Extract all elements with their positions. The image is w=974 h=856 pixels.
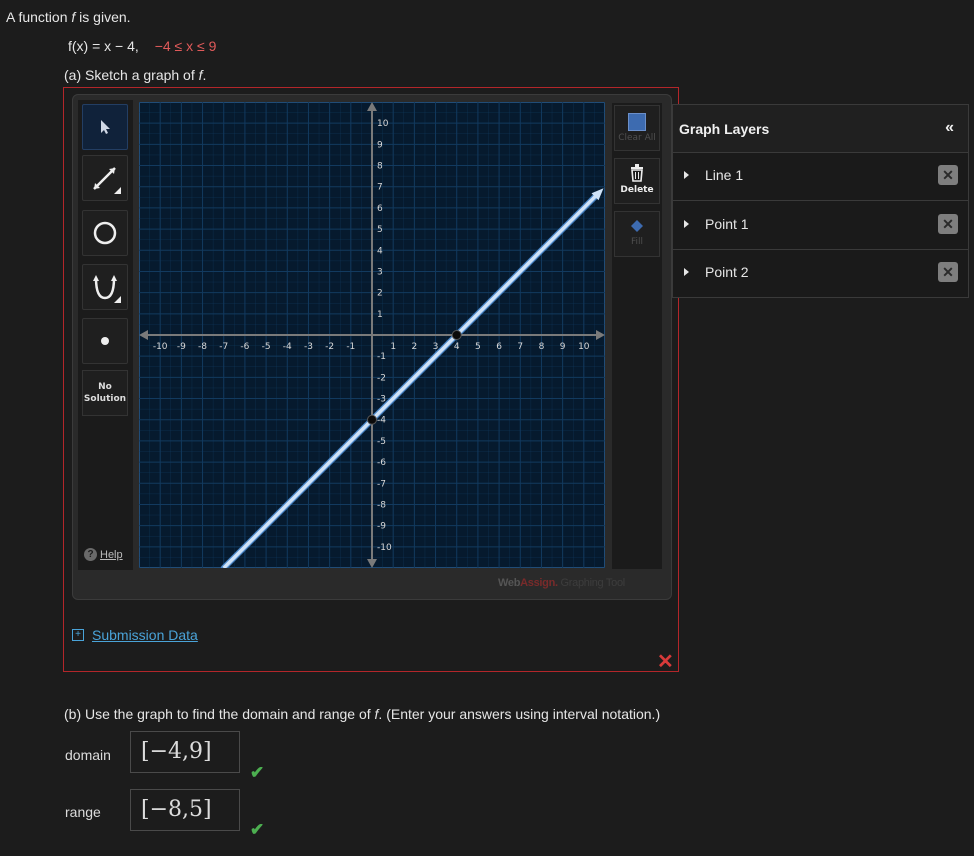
- range-label: range: [65, 804, 101, 820]
- fill-button[interactable]: Fill: [614, 211, 660, 257]
- delete-layer-icon[interactable]: ✕: [938, 262, 958, 282]
- incorrect-icon: ✕: [657, 651, 674, 673]
- y-tick-label: 4: [377, 246, 383, 256]
- x-tick-label: 7: [517, 342, 523, 352]
- line-icon: [93, 167, 121, 194]
- submission-data-toggle[interactable]: + Submission Data: [72, 627, 198, 643]
- x-tick-label: -3: [304, 342, 313, 352]
- circle-tool-button[interactable]: [82, 210, 128, 256]
- trash-icon: [631, 164, 643, 182]
- graph-point: [451, 330, 462, 340]
- x-tick-label: 1: [390, 342, 396, 352]
- help-icon: ?: [84, 548, 97, 561]
- webassign-graphing-brand: WebAssign. Graphing Tool: [498, 577, 625, 589]
- expand-arrow-icon[interactable]: [684, 268, 689, 276]
- parabola-icon: [93, 275, 121, 303]
- x-tick-label: -5: [262, 342, 271, 352]
- y-tick-label: -7: [377, 479, 386, 489]
- function-definition: f(x) = x − 4, −4 ≤ x ≤ 9: [68, 38, 216, 54]
- y-tick-label: 9: [377, 140, 383, 150]
- y-tick-label: 8: [377, 162, 383, 172]
- domain-label: domain: [65, 747, 111, 763]
- collapse-icon[interactable]: «: [945, 119, 954, 137]
- y-tick-label: 7: [377, 183, 383, 193]
- graph-layers-header: Graph Layers «: [673, 105, 968, 153]
- coordinate-graph[interactable]: -10 -9 -8 -7 -6 -5 -4 -3 -2 -1 1 2 3 4 5 6 7 8 9 10 10 9 8 7 6 5 4…: [139, 102, 605, 568]
- delete-layer-icon[interactable]: ✕: [938, 214, 958, 234]
- function-domain: −4 ≤ x ≤ 9: [154, 38, 217, 54]
- x-tick-label: -7: [219, 342, 228, 352]
- pointer-icon: [101, 120, 110, 134]
- x-tick-label: -8: [198, 342, 207, 352]
- y-tick-label: -1: [377, 352, 386, 362]
- y-tick-label: 6: [377, 204, 383, 214]
- x-tick-label: -6: [240, 342, 249, 352]
- no-solution-button[interactable]: No Solution: [82, 370, 128, 416]
- y-tick-label: 5: [377, 225, 383, 235]
- layer-item-point-2[interactable]: Point 2 ✕: [673, 250, 968, 298]
- clear-all-button[interactable]: Clear All: [614, 105, 660, 151]
- point-icon: [101, 337, 109, 345]
- y-tick-label: -6: [377, 458, 386, 468]
- x-tick-label: 2: [411, 342, 417, 352]
- help-link[interactable]: ? Help: [84, 548, 123, 561]
- parabola-tool-button[interactable]: [82, 264, 128, 310]
- function-expression: f(x) = x − 4,: [68, 38, 139, 54]
- x-tick-label: -10: [153, 342, 168, 352]
- graph-toolbar: No Solution ? Help: [78, 100, 133, 570]
- circle-icon: [93, 221, 117, 245]
- range-correct-icon: ✔: [250, 820, 265, 839]
- line-tool-button[interactable]: [82, 155, 128, 201]
- x-tick-label: 10: [578, 342, 590, 352]
- expand-arrow-icon[interactable]: [684, 220, 689, 228]
- x-tick-label: -1: [346, 342, 355, 352]
- y-tick-label: -9: [377, 522, 386, 532]
- y-tick-label: -5: [377, 437, 386, 447]
- layer-item-line-1[interactable]: Line 1 ✕: [673, 153, 968, 201]
- x-tick-label: 9: [560, 342, 566, 352]
- domain-correct-icon: ✔: [250, 763, 265, 782]
- range-input[interactable]: [−8,5]: [130, 789, 240, 831]
- domain-input[interactable]: [−4,9]: [130, 731, 240, 773]
- graph-layers-panel: Graph Layers « Line 1 ✕ Point 1 ✕ Point …: [672, 104, 969, 298]
- y-tick-label: -8: [377, 500, 386, 510]
- y-tick-label: 3: [377, 267, 383, 277]
- x-tick-label: 5: [475, 342, 481, 352]
- expand-arrow-icon[interactable]: [684, 171, 689, 179]
- y-tick-label: 10: [377, 119, 389, 129]
- expand-icon: +: [72, 629, 84, 641]
- delete-layer-icon[interactable]: ✕: [938, 165, 958, 185]
- x-tick-label: 8: [539, 342, 545, 352]
- x-tick-label: -2: [325, 342, 334, 352]
- part-b-prompt: (b) Use the graph to find the domain and…: [64, 706, 661, 722]
- point-tool-button[interactable]: [82, 318, 128, 364]
- x-tick-label: -4: [283, 342, 292, 352]
- clear-all-icon: [628, 113, 646, 131]
- layer-item-point-1[interactable]: Point 1 ✕: [673, 202, 968, 250]
- delete-button[interactable]: Delete: [614, 158, 660, 204]
- x-tick-label: 4: [454, 342, 460, 352]
- pointer-tool-button[interactable]: [82, 104, 128, 150]
- x-tick-label: -9: [177, 342, 186, 352]
- graph-point: [367, 414, 377, 425]
- fill-bucket-icon: [631, 220, 643, 232]
- y-tick-label: -10: [377, 543, 392, 553]
- graph-actions-bar: Clear All Delete Fill: [612, 103, 662, 569]
- part-a-prompt: (a) Sketch a graph of f.: [64, 67, 207, 83]
- problem-intro: A function f is given.: [6, 9, 131, 25]
- y-tick-label: 2: [377, 289, 383, 299]
- x-tick-label: 6: [496, 342, 502, 352]
- y-tick-label: 1: [377, 310, 383, 320]
- y-tick-label: -2: [377, 373, 386, 383]
